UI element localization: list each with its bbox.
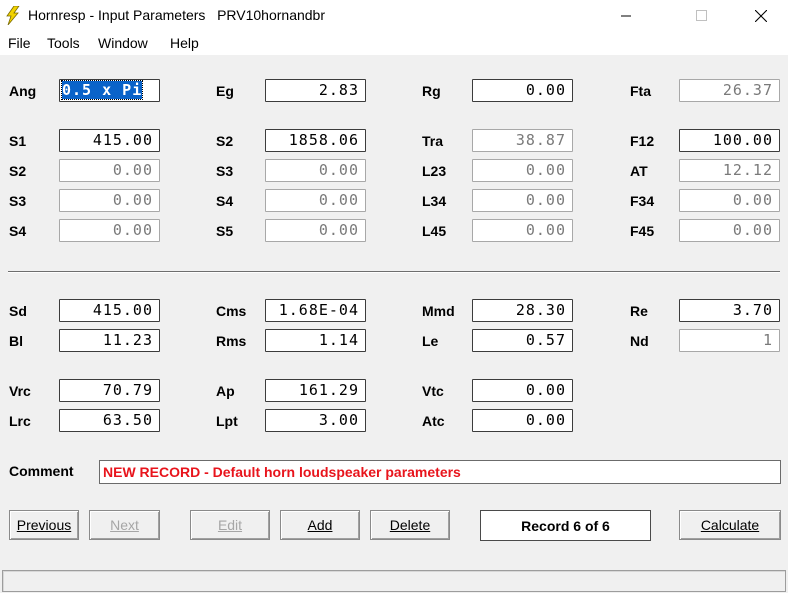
field-s2-lower[interactable]: 0.00 [59,159,160,182]
menu-bar: File Tools Window Help [0,31,788,55]
label-mmd: Mmd [422,303,455,319]
field-at[interactable]: 12.12 [679,159,780,182]
field-s1[interactable]: 415.00 [59,129,160,152]
label-s3-upper: S3 [216,163,234,179]
section-divider [8,271,780,273]
label-s3-lower: S3 [9,193,27,209]
field-nd[interactable]: 1 [679,329,780,352]
maximize-icon [695,10,707,21]
label-ap: Ap [216,383,235,399]
field-mmd[interactable]: 28.30 [472,299,573,322]
field-vtc[interactable]: 0.00 [472,379,573,402]
field-f34[interactable]: 0.00 [679,189,780,212]
hornresp-window: Hornresp - Input Parameters PRV10hornand… [0,0,788,593]
label-cms: Cms [216,303,247,319]
field-s3-upper[interactable]: 0.00 [265,159,366,182]
field-l45[interactable]: 0.00 [472,219,573,242]
field-cms[interactable]: 1.68E-04 [265,299,366,322]
field-atc[interactable]: 0.00 [472,409,573,432]
label-l23: L23 [422,163,447,179]
field-f12[interactable]: 100.00 [679,129,780,152]
menu-tools[interactable]: Tools [47,35,80,51]
label-eg: Eg [216,83,234,99]
field-sd[interactable]: 415.00 [59,299,160,322]
field-ap[interactable]: 161.29 [265,379,366,402]
close-button[interactable] [738,0,784,31]
label-f12: F12 [630,133,655,149]
label-tra: Tra [422,133,444,149]
label-sd: Sd [9,303,27,319]
field-re[interactable]: 3.70 [679,299,780,322]
minimize-button[interactable] [603,0,649,31]
label-lpt: Lpt [216,413,238,429]
label-f34: F34 [630,193,655,209]
status-bar [2,570,786,592]
window-title: Hornresp - Input Parameters PRV10hornand… [28,7,326,23]
label-fta: Fta [630,83,651,99]
field-s2-upper[interactable]: 1858.06 [265,129,366,152]
label-ang: Ang [9,83,37,99]
field-ang[interactable]: 0.5 x Pi [59,79,160,102]
menu-file[interactable]: File [8,35,31,51]
label-rg: Rg [422,83,441,99]
previous-button[interactable]: Previous [9,510,79,540]
label-l34: L34 [422,193,447,209]
menu-help[interactable]: Help [170,35,199,51]
label-lrc: Lrc [9,413,31,429]
delete-button[interactable]: Delete [370,510,450,540]
record-indicator: Record 6 of 6 [480,510,651,541]
label-bl: Bl [9,333,23,349]
label-at: AT [630,163,648,179]
field-s4-lower[interactable]: 0.00 [59,219,160,242]
field-s4-upper[interactable]: 0.00 [265,189,366,212]
label-comment: Comment [9,463,74,479]
label-s2-lower: S2 [9,163,27,179]
field-eg[interactable]: 2.83 [265,79,366,102]
label-s1: S1 [9,133,27,149]
field-bl[interactable]: 11.23 [59,329,160,352]
label-s4-lower: S4 [9,223,27,239]
field-fta[interactable]: 26.37 [679,79,780,102]
field-s3-lower[interactable]: 0.00 [59,189,160,212]
label-re: Re [630,303,648,319]
field-lrc[interactable]: 63.50 [59,409,160,432]
label-atc: Atc [422,413,445,429]
label-f45: F45 [630,223,655,239]
edit-button[interactable]: Edit [190,510,270,540]
field-l34[interactable]: 0.00 [472,189,573,212]
label-rms: Rms [216,333,247,349]
next-button[interactable]: Next [89,510,160,540]
field-rms[interactable]: 1.14 [265,329,366,352]
comment-field[interactable]: NEW RECORD - Default horn loudspeaker pa… [99,460,781,484]
field-ang-value: 0.5 x Pi [60,80,144,100]
label-nd: Nd [630,333,649,349]
label-s4-upper: S4 [216,193,234,209]
close-icon [755,9,767,22]
label-le: Le [422,333,439,349]
field-vrc[interactable]: 70.79 [59,379,160,402]
field-s5[interactable]: 0.00 [265,219,366,242]
field-lpt[interactable]: 3.00 [265,409,366,432]
label-s2-upper: S2 [216,133,234,149]
lightning-bolt-icon [6,6,20,25]
calculate-button[interactable]: Calculate [679,510,781,540]
field-le[interactable]: 0.57 [472,329,573,352]
title-bar: Hornresp - Input Parameters PRV10hornand… [0,0,788,31]
field-f45[interactable]: 0.00 [679,219,780,242]
label-vrc: Vrc [9,383,31,399]
label-vtc: Vtc [422,383,444,399]
minimize-icon [620,15,631,17]
label-s5: S5 [216,223,234,239]
field-l23[interactable]: 0.00 [472,159,573,182]
field-tra[interactable]: 38.87 [472,129,573,152]
label-l45: L45 [422,223,447,239]
field-rg[interactable]: 0.00 [472,79,573,102]
add-button[interactable]: Add [280,510,360,540]
maximize-button[interactable] [678,0,724,31]
menu-window[interactable]: Window [98,35,148,51]
